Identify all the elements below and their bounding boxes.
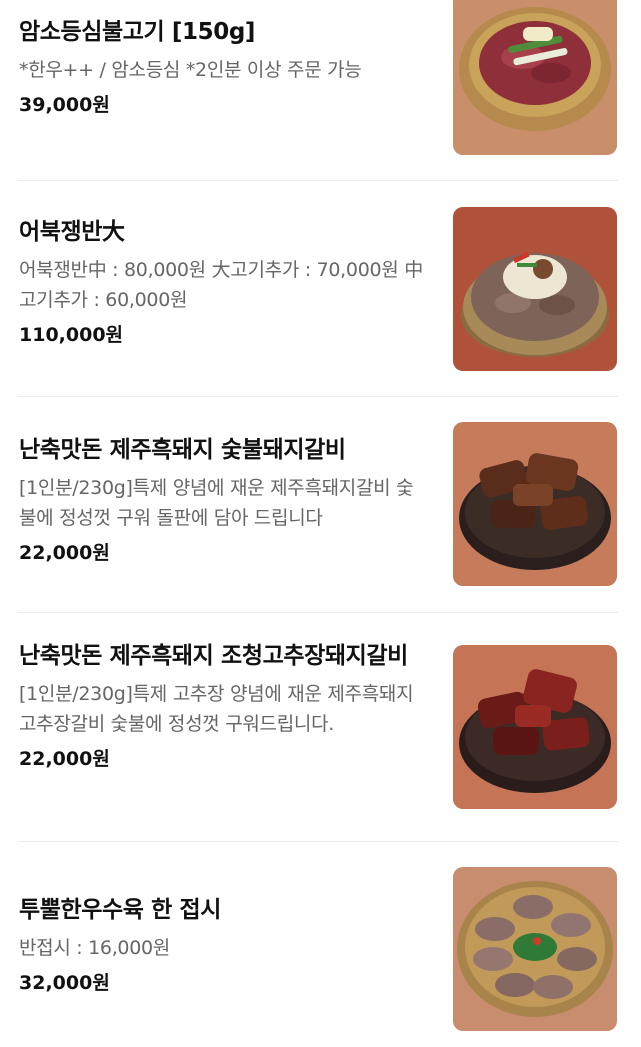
beef-bulgogi-photo xyxy=(453,0,617,155)
menu-item-name: 투뿔한우수육 한 접시 xyxy=(19,897,222,923)
grilled-pork-ribs-photo xyxy=(453,422,617,586)
boiled-beef-suyuk-photo xyxy=(453,867,617,1031)
menu-item-description: [1인분/230g]특제 양념에 재운 제주흑돼지갈비 숯불에 정성껏 구워 돌… xyxy=(19,477,414,529)
menu-list: 암소등심불고기 [150g] *한우++ / 암소등심 *2인분 이상 주문 가… xyxy=(0,0,641,1047)
menu-item-description: [1인분/230g]특제 고추장 양념에 재운 제주흑돼지고추장갈비 숯불에 정… xyxy=(19,683,414,735)
menu-item-price: 22,000원 xyxy=(19,542,110,564)
gochujang-pork-ribs-photo xyxy=(453,645,617,809)
menu-item-name: 암소등심불고기 [150g] xyxy=(19,19,256,45)
menu-item[interactable]: 암소등심불고기 [150g] *한우++ / 암소등심 *2인분 이상 주문 가… xyxy=(0,0,641,180)
menu-item[interactable]: 어북쟁반大 어북쟁반中 : 80,000원 大고기추가 : 70,000원 中고… xyxy=(0,181,641,396)
menu-item-price: 39,000원 xyxy=(19,94,110,116)
menu-item-text: 난축맛돈 제주흑돼지 조청고추장돼지갈비 [1인분/230g]특제 고추장 양념… xyxy=(19,640,429,773)
menu-item-text: 투뿔한우수육 한 접시 반접시 : 16,000원 32,000원 xyxy=(19,894,429,997)
menu-item-text: 암소등심불고기 [150g] *한우++ / 암소등심 *2인분 이상 주문 가… xyxy=(19,16,429,119)
menu-item[interactable]: 난축맛돈 제주흑돼지 숯불돼지갈비 [1인분/230g]특제 양념에 재운 제주… xyxy=(0,397,641,612)
menu-item-text: 난축맛돈 제주흑돼지 숯불돼지갈비 [1인분/230g]특제 양념에 재운 제주… xyxy=(19,434,429,567)
eobuk-jaengban-photo xyxy=(453,207,617,371)
menu-item-description: 반접시 : 16,000원 xyxy=(19,937,170,959)
menu-item-price: 110,000원 xyxy=(19,324,124,346)
menu-item-name: 어북쟁반大 xyxy=(19,219,125,245)
menu-item-name: 난축맛돈 제주흑돼지 숯불돼지갈비 xyxy=(19,437,346,463)
menu-item-name: 난축맛돈 제주흑돼지 조청고추장돼지갈비 xyxy=(19,643,408,669)
menu-item-price: 22,000원 xyxy=(19,748,110,770)
menu-item-description: *한우++ / 암소등심 *2인분 이상 주문 가능 xyxy=(19,59,362,81)
menu-item[interactable]: 난축맛돈 제주흑돼지 조청고추장돼지갈비 [1인분/230g]특제 고추장 양념… xyxy=(0,613,641,841)
menu-item[interactable]: 투뿔한우수육 한 접시 반접시 : 16,000원 32,000원 xyxy=(0,842,641,1047)
menu-item-text: 어북쟁반大 어북쟁반中 : 80,000원 大고기추가 : 70,000원 中고… xyxy=(19,216,429,349)
menu-item-description: 어북쟁반中 : 80,000원 大고기추가 : 70,000원 中고기추가 : … xyxy=(19,259,423,311)
menu-item-price: 32,000원 xyxy=(19,972,110,994)
